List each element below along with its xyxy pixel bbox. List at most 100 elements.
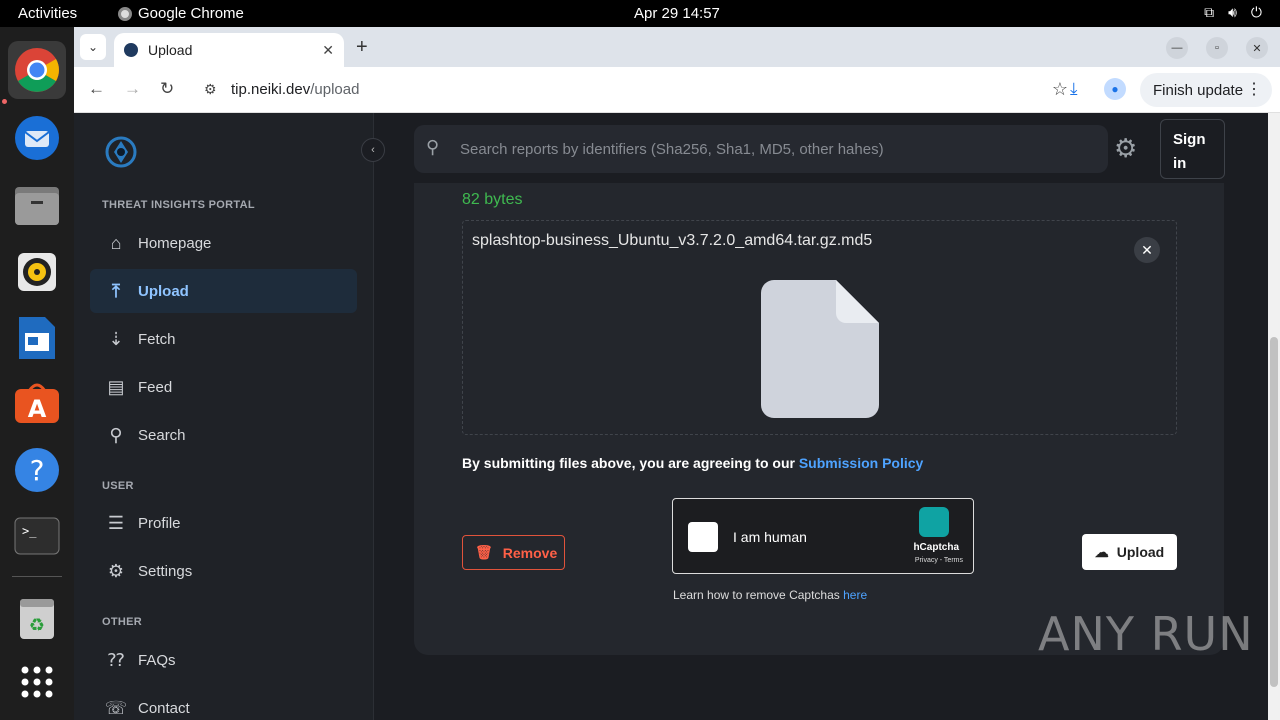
upload-card: 82 bytes splashtop-business_Ubuntu_v3.7.… xyxy=(414,183,1224,655)
neiki-logo[interactable] xyxy=(104,135,138,169)
power-icon: ⏻ xyxy=(1250,4,1262,20)
learn-captcha-link[interactable]: here xyxy=(843,588,867,602)
profile-avatar-icon[interactable]: ● xyxy=(1104,78,1126,100)
address-bar[interactable]: ⚙︎ tip.neiki.dev/upload ☆ xyxy=(194,73,1078,107)
software-icon[interactable]: A xyxy=(8,375,66,433)
apps-grid-icon[interactable] xyxy=(8,653,66,711)
contact-icon: ☏ xyxy=(104,697,128,718)
feed-icon: ▤ xyxy=(107,376,125,397)
remove-file-button[interactable]: ✕ xyxy=(1134,237,1160,263)
system-tray[interactable]: ⧉ 🔊︎ ⏻ xyxy=(1204,4,1262,21)
tab-title: Upload xyxy=(148,42,193,58)
sidebar-item-fetch[interactable]: ⇣ Fetch xyxy=(90,317,357,361)
chrome-icon[interactable] xyxy=(8,41,66,99)
dock-separator xyxy=(12,576,62,577)
reload-button[interactable]: ↻ xyxy=(160,79,174,99)
faq-icon: ⁇ xyxy=(107,649,125,670)
sidebar-item-faqs[interactable]: ⁇ FAQs xyxy=(90,638,357,682)
hcaptcha-links[interactable]: Privacy - Terms xyxy=(915,557,963,564)
sidebar-item-search[interactable]: ⚲ Search xyxy=(90,413,357,457)
sidebar-item-label: Homepage xyxy=(138,234,212,252)
learn-captcha-text: Learn how to remove Captchas here xyxy=(673,588,867,602)
upload-button[interactable]: ☁ Upload xyxy=(1082,534,1177,570)
file-dropzone[interactable]: splashtop-business_Ubuntu_v3.7.2.0_amd64… xyxy=(462,220,1177,435)
section-label-other: OTHER xyxy=(102,616,142,628)
minimize-button[interactable]: — xyxy=(1166,37,1188,59)
close-icon[interactable]: ✕ xyxy=(322,42,334,59)
back-button[interactable]: ← xyxy=(88,79,105,99)
help-icon[interactable]: ? xyxy=(8,441,66,499)
svg-text:A: A xyxy=(28,395,47,423)
clock[interactable]: Apr 29 14:57 xyxy=(634,5,720,22)
sign-in-button[interactable]: Sign in xyxy=(1160,119,1225,179)
site-info-icon[interactable]: ⚙︎ xyxy=(204,81,217,98)
maximize-button[interactable]: ▫ xyxy=(1206,37,1228,59)
thunderbird-icon[interactable] xyxy=(8,109,66,167)
activities-button[interactable]: Activities xyxy=(18,5,77,22)
more-menu-icon[interactable]: ⋮ xyxy=(1246,79,1262,99)
profile-icon: ☰ xyxy=(107,512,125,533)
sidebar-item-homepage[interactable]: ⌂ Homepage xyxy=(90,221,357,265)
svg-text:♻: ♻ xyxy=(29,615,45,636)
page-scrollbar[interactable] xyxy=(1268,113,1280,720)
terminal-icon[interactable]: >_ xyxy=(8,507,66,565)
sidebar-item-label: FAQs xyxy=(138,651,176,669)
submission-policy-link[interactable]: Submission Policy xyxy=(799,455,923,471)
running-indicator xyxy=(2,99,7,104)
tab-search-button[interactable]: ⌄ xyxy=(80,34,106,60)
upload-label: Upload xyxy=(1116,544,1165,560)
sidebar: THREAT INSIGHTS PORTAL ⌂ Homepage ⤒ Uplo… xyxy=(74,113,374,720)
home-icon: ⌂ xyxy=(110,232,122,253)
sidebar-item-label: Feed xyxy=(138,378,173,396)
volume-icon: 🔊︎ xyxy=(1228,4,1237,20)
policy-text: By submitting files above, you are agree… xyxy=(462,455,795,471)
finish-update-label: Finish update xyxy=(1153,81,1244,99)
sidebar-item-profile[interactable]: ☰ Profile xyxy=(90,501,357,545)
chevron-left-icon: ‹ xyxy=(371,144,375,156)
anyrun-watermark: ANY RUN xyxy=(1038,607,1254,661)
writer-icon[interactable] xyxy=(8,309,66,367)
url-path: /upload xyxy=(310,81,360,98)
captcha-label: I am human xyxy=(733,529,807,545)
settings-gear-icon[interactable]: ⚙ xyxy=(1114,135,1137,161)
close-icon: ✕ xyxy=(1141,241,1153,258)
trash-icon[interactable]: ♻ xyxy=(8,589,66,647)
file-document-icon xyxy=(761,280,879,418)
chevron-down-icon: ⌄ xyxy=(87,40,99,54)
sidebar-item-label: Search xyxy=(138,426,186,444)
search-icon: ⚲ xyxy=(109,424,123,445)
forward-button[interactable]: → xyxy=(124,79,141,99)
upload-icon: ⤒ xyxy=(112,280,120,301)
app-menu[interactable]: Google Chrome xyxy=(118,5,244,22)
finish-update-button[interactable]: Finish update ⋮ xyxy=(1140,73,1272,107)
search-icon: ⚲ xyxy=(426,137,440,157)
chrome-app-icon xyxy=(118,6,132,21)
file-size: 82 bytes xyxy=(462,191,523,208)
svg-text:>_: >_ xyxy=(22,524,37,538)
fetch-icon: ⇣ xyxy=(108,328,124,349)
tab-strip: ⌄ Upload ✕ + — ▫ ✕ xyxy=(74,27,1280,67)
sidebar-item-settings[interactable]: ⚙ Settings xyxy=(90,549,357,593)
sidebar-item-label: Upload xyxy=(138,282,189,300)
sidebar-item-upload[interactable]: ⤒ Upload xyxy=(90,269,357,313)
rhythmbox-icon[interactable] xyxy=(8,243,66,301)
report-search: ⚲ xyxy=(414,125,1108,173)
close-window-button[interactable]: ✕ xyxy=(1246,37,1268,59)
file-name: splashtop-business_Ubuntu_v3.7.2.0_amd64… xyxy=(472,232,873,249)
remove-button[interactable]: 🗑︎ Remove xyxy=(462,535,565,570)
captcha-checkbox[interactable] xyxy=(688,522,718,552)
scrollbar-thumb[interactable] xyxy=(1270,337,1278,687)
sidebar-item-contact[interactable]: ☏ Contact xyxy=(90,686,357,720)
cloud-upload-icon: ☁ xyxy=(1094,543,1109,560)
bookmark-star-icon[interactable]: ☆ xyxy=(1052,79,1068,100)
section-label-user: USER xyxy=(102,480,134,492)
search-input[interactable] xyxy=(460,137,1090,161)
gear-icon: ⚙ xyxy=(107,560,125,581)
new-tab-button[interactable]: + xyxy=(356,36,368,59)
sidebar-item-feed[interactable]: ▤ Feed xyxy=(90,365,357,409)
tab-upload[interactable]: Upload ✕ xyxy=(114,33,344,67)
collapse-sidebar-button[interactable]: ‹ xyxy=(361,138,385,162)
files-icon[interactable] xyxy=(8,177,66,235)
hcaptcha-brand: hCaptcha xyxy=(913,542,959,553)
download-icon[interactable]: ⤓ xyxy=(1070,79,1078,99)
